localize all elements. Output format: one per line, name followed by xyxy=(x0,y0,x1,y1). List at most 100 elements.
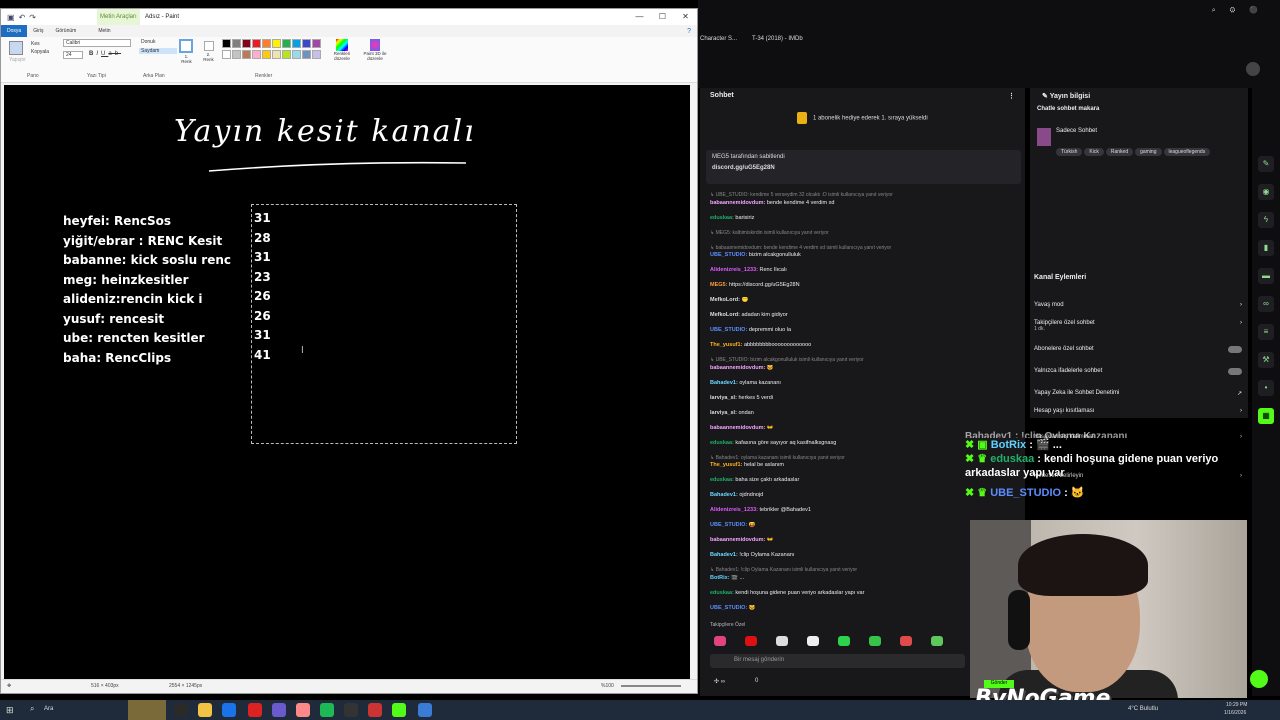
font-style-buttons[interactable]: BIUab xyxy=(89,51,121,57)
chat-username[interactable]: babaannemidovdum: xyxy=(710,425,765,431)
color-swatch[interactable] xyxy=(231,39,241,48)
tag[interactable]: Ranked xyxy=(1105,148,1134,156)
color-swatch[interactable] xyxy=(301,39,311,48)
chat-username[interactable]: Bahadev1: xyxy=(710,552,738,558)
zoom-slider[interactable] xyxy=(621,685,681,687)
chat-username[interactable]: MEG5: xyxy=(710,282,727,288)
color-swatch[interactable] xyxy=(241,39,251,48)
menu-subs-only[interactable]: Abonelere özel sohbet xyxy=(1034,346,1242,353)
context-tab[interactable]: Metin Araçları xyxy=(97,9,140,25)
edit-colors-button[interactable]: Renkleri düzenle xyxy=(331,39,353,79)
chat-message[interactable]: larviya_sl: herkes 5 verdi xyxy=(710,395,1020,403)
color-swatch[interactable] xyxy=(251,39,261,48)
more-icon[interactable]: ⋮ xyxy=(1008,92,1015,100)
chat-username[interactable]: Alidenizreis_1233: xyxy=(710,507,758,513)
chat-message[interactable]: Alidenizreis_1233: tebrikler @Bahadev1 xyxy=(710,507,1020,515)
chat-message[interactable]: UBE_STUDIO: bizim alcakgonulluluk xyxy=(710,252,1020,260)
emote-icon[interactable] xyxy=(745,636,757,646)
clock-time[interactable]: 10:29 PM xyxy=(1226,702,1247,708)
taskbar-search[interactable]: Ara xyxy=(44,706,53,712)
font-name-select[interactable]: Calibri xyxy=(63,39,131,47)
chat-message[interactable]: eduskaa: barisiriz xyxy=(710,215,1020,223)
chat-username[interactable]: eduskaa: xyxy=(710,440,734,446)
chat-username[interactable]: larviya_sl: xyxy=(710,395,737,401)
help-icon[interactable]: ? xyxy=(681,28,697,35)
color2-button[interactable]: 2. Renk xyxy=(201,39,216,79)
chat-username[interactable]: UBE_STUDIO: xyxy=(710,522,747,528)
link-icon[interactable]: ∞ xyxy=(1258,296,1274,312)
chat-username[interactable]: babaannemidovdum: xyxy=(710,200,765,206)
edit-icon[interactable]: ✎ xyxy=(1258,156,1274,172)
chat-username[interactable]: larviya_sl: xyxy=(710,410,737,416)
chat-username[interactable]: babaannemidovdum: xyxy=(710,365,765,371)
chat-username[interactable]: Bahadev1: xyxy=(710,380,738,386)
wrench-icon[interactable]: ⚒ xyxy=(1258,352,1274,368)
chat-username[interactable]: Alidenizreis_1233: xyxy=(710,267,758,273)
chat-username[interactable]: Bahadev1: xyxy=(710,492,738,498)
avatar[interactable] xyxy=(1246,62,1260,76)
list-icon[interactable]: ≡ xyxy=(1258,324,1274,340)
pinned-link[interactable]: discord.gg/uG5Eg28N xyxy=(712,165,1015,171)
active-tool-icon[interactable]: ▦ xyxy=(1258,408,1274,424)
color-swatch[interactable] xyxy=(271,39,281,48)
score-list[interactable]: 31 28 31 23 26 26 31 41 xyxy=(254,209,271,365)
paste-button[interactable]: Yapıştır xyxy=(9,57,26,63)
toggle[interactable] xyxy=(1228,346,1242,353)
chat-username[interactable]: The_yusuf1: xyxy=(710,462,742,468)
emote-icon[interactable] xyxy=(776,636,788,646)
tab-file[interactable]: Dosya xyxy=(1,25,28,37)
chat-username[interactable]: UBE_STUDIO: xyxy=(710,605,747,611)
chat-username[interactable]: eduskaa: xyxy=(710,590,734,596)
chat-message[interactable]: Alidenizreis_1233: Renc İlıcalı xyxy=(710,267,1020,275)
chat-message[interactable]: MEG5: https://discord.gg/uG5Eg28N xyxy=(710,282,1020,290)
paint-taskbar-icon[interactable] xyxy=(418,703,432,717)
tab-home[interactable]: Giriş xyxy=(27,28,49,34)
browser-tab[interactable]: T-34 (2018) - IMDb xyxy=(752,36,803,42)
color-swatch[interactable] xyxy=(281,50,291,59)
chat-username[interactable]: babaannemidovdum: xyxy=(710,537,765,543)
app-icon[interactable] xyxy=(392,703,406,717)
chat-message[interactable]: UBE_STUDIO: depremmi oluo la xyxy=(710,327,1020,335)
chat-username[interactable]: MefkoLord: xyxy=(710,312,740,318)
chat-message[interactable]: babaannemidovdum: bende kendime 4 verdim… xyxy=(710,200,1020,208)
tag[interactable]: Türkish xyxy=(1056,148,1083,156)
tab-text[interactable]: Metin xyxy=(92,28,116,34)
chat-username[interactable]: BotRix: xyxy=(710,575,730,581)
clock-date[interactable]: 1/16/2026 xyxy=(1224,710,1246,716)
maximize-icon[interactable]: ☐ xyxy=(651,9,674,25)
file-explorer-icon[interactable] xyxy=(198,703,212,717)
windows-start-icon[interactable]: ⊞ xyxy=(6,705,14,716)
menu-followers-only[interactable]: Takipçilere özel sohbet 1 dk. › xyxy=(1034,320,1242,332)
color-swatch[interactable] xyxy=(251,50,261,59)
app-icon[interactable] xyxy=(368,703,382,717)
bolt-icon[interactable]: ϟ xyxy=(1258,212,1274,228)
chat-username[interactable]: UBE_STUDIO: xyxy=(710,252,747,258)
text-selection-box[interactable] xyxy=(251,204,517,444)
chat-username[interactable]: eduskaa: xyxy=(710,215,734,221)
tag[interactable]: Kick xyxy=(1084,148,1104,156)
trash-icon[interactable]: ▮ xyxy=(1258,240,1274,256)
color-swatch[interactable] xyxy=(221,50,231,59)
drop-icon[interactable]: • xyxy=(1258,380,1274,396)
emote-icon[interactable] xyxy=(807,636,819,646)
chat-username[interactable]: MefkoLord: xyxy=(710,297,740,303)
tag[interactable]: gaming xyxy=(1135,148,1162,156)
copy-button[interactable]: Kopyala xyxy=(31,49,49,55)
app-icon[interactable] xyxy=(272,703,286,717)
redo-icon[interactable]: ↷ xyxy=(29,13,36,22)
edge-icon[interactable] xyxy=(222,703,236,717)
paint3d-button[interactable]: Paint 3D ile düzenle xyxy=(359,39,391,79)
color-swatch[interactable] xyxy=(301,50,311,59)
paste-icon[interactable] xyxy=(9,41,23,55)
menu-account-age[interactable]: Hesap yaşı kısıtlaması › xyxy=(1034,408,1242,414)
app-icon[interactable] xyxy=(344,703,358,717)
task-view-icon[interactable] xyxy=(174,703,188,717)
chat-message[interactable]: babaannemidovdum: 🐱 xyxy=(710,365,1020,373)
emote-icon[interactable] xyxy=(869,636,881,646)
save-icon[interactable]: ▣ xyxy=(7,13,15,22)
chat-icon[interactable]: ▬ xyxy=(1258,268,1274,284)
menu-slow-mode[interactable]: Yavaş mod › xyxy=(1034,302,1242,308)
menu-ai-moderation[interactable]: Yapay Zeka ile Sohbet Denetimi ↗ xyxy=(1034,390,1242,397)
color1-button[interactable]: 1. Renk xyxy=(179,39,194,79)
transparent-option[interactable]: Saydam xyxy=(139,48,177,54)
